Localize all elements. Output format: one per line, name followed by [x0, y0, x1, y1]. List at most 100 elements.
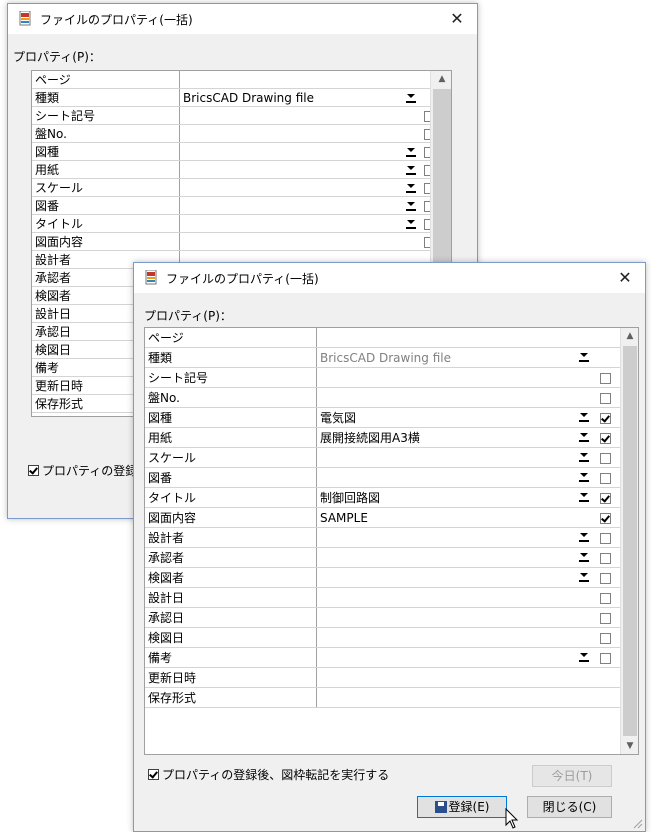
property-row[interactable]: 備考 [145, 648, 620, 668]
checkbox-checked[interactable] [600, 493, 611, 504]
property-value[interactable]: BricsCAD Drawing file [180, 89, 395, 106]
back-register-checkbox[interactable]: プロパティの登録 [28, 462, 137, 479]
scroll-up-icon[interactable]: ▲ [621, 328, 638, 344]
property-value[interactable]: 電気図 [317, 408, 577, 427]
checkbox-unchecked[interactable] [600, 393, 611, 404]
property-row[interactable]: 種類 BricsCAD Drawing file [145, 348, 620, 368]
property-value[interactable] [317, 628, 577, 647]
property-row[interactable]: 検図日 [145, 628, 620, 648]
property-row[interactable]: 図種 電気図 [145, 408, 620, 428]
property-value[interactable]: BricsCAD Drawing file [317, 348, 577, 367]
property-row[interactable]: シート記号 [32, 107, 435, 125]
property-row[interactable]: ページ [145, 328, 620, 348]
property-value[interactable] [180, 233, 395, 250]
property-row[interactable]: 図面内容 [32, 233, 435, 251]
checkbox-checked[interactable] [148, 769, 159, 780]
property-value[interactable] [317, 388, 577, 407]
vertical-scrollbar[interactable]: ▲▼ [620, 328, 638, 754]
property-value[interactable] [317, 668, 577, 687]
chevron-down-icon[interactable] [404, 91, 418, 104]
property-value[interactable] [180, 143, 395, 160]
checkbox-checked[interactable] [600, 513, 611, 524]
chevron-down-icon[interactable] [577, 650, 591, 663]
chevron-down-icon[interactable] [577, 470, 591, 483]
checkbox-unchecked[interactable] [600, 553, 611, 564]
property-value[interactable] [180, 179, 395, 196]
property-row[interactable]: 盤No. [145, 388, 620, 408]
property-row[interactable]: 設計者 [145, 528, 620, 548]
property-row[interactable]: 設計日 [145, 588, 620, 608]
checkbox-unchecked[interactable] [600, 653, 611, 664]
property-row[interactable]: 保存形式 [145, 688, 620, 708]
chevron-down-icon[interactable] [404, 199, 418, 212]
property-value[interactable] [317, 528, 577, 547]
close-button[interactable]: 閉じる(C) [527, 796, 612, 818]
checkbox-unchecked[interactable] [600, 593, 611, 604]
chevron-down-icon[interactable] [404, 181, 418, 194]
property-value[interactable] [317, 468, 577, 487]
property-value[interactable] [180, 71, 395, 88]
property-row[interactable]: タイトル [32, 215, 435, 233]
property-row[interactable]: スケール [145, 448, 620, 468]
property-row[interactable]: タイトル 制御回路図 [145, 488, 620, 508]
resize-grip-icon[interactable] [631, 817, 643, 829]
scroll-thumb[interactable] [623, 346, 637, 736]
property-row[interactable]: 更新日時 [145, 668, 620, 688]
property-value[interactable]: SAMPLE [317, 508, 577, 527]
property-row[interactable]: スケール [32, 179, 435, 197]
property-value[interactable] [317, 648, 577, 667]
property-row[interactable]: 種類 BricsCAD Drawing file [32, 89, 430, 107]
checkbox-unchecked[interactable] [600, 453, 611, 464]
property-value[interactable] [317, 328, 577, 347]
chevron-down-icon[interactable] [577, 450, 591, 463]
close-icon[interactable]: ✕ [437, 4, 477, 34]
property-row[interactable]: 図面内容 SAMPLE [145, 508, 620, 528]
checkbox-unchecked[interactable] [600, 533, 611, 544]
checkbox-unchecked[interactable] [600, 473, 611, 484]
property-value[interactable]: 展開接続図用A3横 [317, 428, 577, 447]
property-value[interactable] [317, 548, 577, 567]
property-value[interactable] [180, 161, 395, 178]
checkbox-unchecked[interactable] [600, 633, 611, 644]
chevron-down-icon[interactable] [404, 163, 418, 176]
chevron-down-icon[interactable] [577, 530, 591, 543]
chevron-down-icon[interactable] [577, 350, 591, 363]
register-button[interactable]: 登録(E) [417, 796, 507, 818]
property-row[interactable]: 承認者 [145, 548, 620, 568]
property-value[interactable] [317, 688, 577, 707]
checkbox-checked[interactable] [600, 413, 611, 424]
property-row[interactable]: 承認日 [145, 608, 620, 628]
property-value[interactable] [180, 197, 395, 214]
scroll-up-icon[interactable]: ▲ [431, 71, 451, 87]
property-value[interactable] [317, 448, 577, 467]
chevron-down-icon[interactable] [577, 550, 591, 563]
chevron-down-icon[interactable] [404, 145, 418, 158]
property-row[interactable]: 用紙 展開接続図用A3横 [145, 428, 620, 448]
property-row[interactable]: 用紙 [32, 161, 435, 179]
property-row[interactable]: 図種 [32, 143, 435, 161]
checkbox-unchecked[interactable] [600, 613, 611, 624]
chevron-down-icon[interactable] [577, 570, 591, 583]
checkbox-checked[interactable] [28, 465, 39, 476]
chevron-down-icon[interactable] [404, 217, 418, 230]
property-row[interactable]: シート記号 [145, 368, 620, 388]
property-row[interactable]: 盤No. [32, 125, 435, 143]
scroll-down-icon[interactable]: ▼ [621, 738, 638, 754]
today-button[interactable]: 今日(T) [532, 765, 612, 787]
property-value[interactable] [180, 125, 395, 142]
property-row[interactable]: 検図者 [145, 568, 620, 588]
checkbox-unchecked[interactable] [600, 573, 611, 584]
checkbox-checked[interactable] [600, 433, 611, 444]
chevron-down-icon[interactable] [577, 430, 591, 443]
property-row[interactable]: ページ [32, 71, 430, 89]
close-icon[interactable]: ✕ [605, 263, 645, 293]
property-row[interactable]: 図番 [145, 468, 620, 488]
property-value[interactable] [317, 568, 577, 587]
front-register-checkbox[interactable]: プロパティの登録後、図枠転記を実行する [148, 766, 389, 783]
property-value[interactable] [180, 107, 395, 124]
property-value[interactable] [180, 215, 395, 232]
checkbox-unchecked[interactable] [600, 373, 611, 384]
chevron-down-icon[interactable] [577, 410, 591, 423]
property-value[interactable]: 制御回路図 [317, 488, 577, 507]
property-row[interactable]: 図番 [32, 197, 435, 215]
